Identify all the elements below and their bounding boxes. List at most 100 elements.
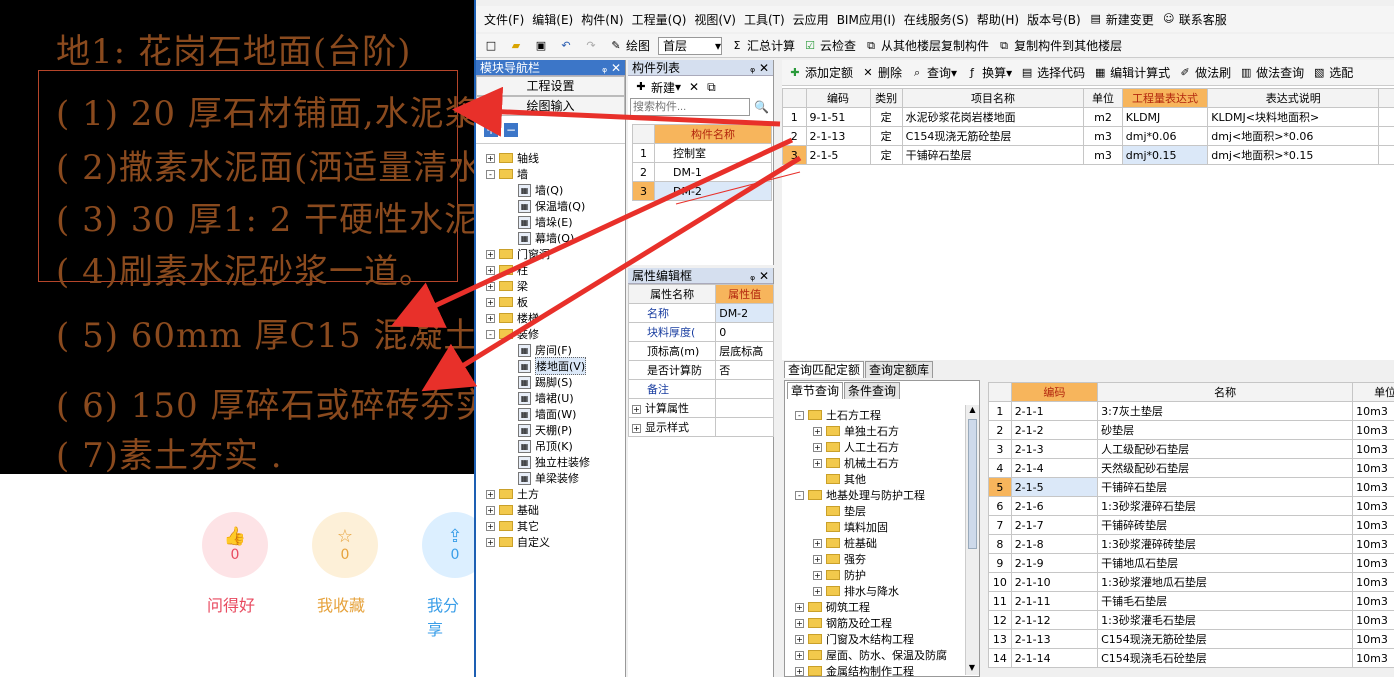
- search-icon[interactable]: 🔍: [754, 100, 769, 114]
- select-match-button[interactable]: ▧ 选配: [1312, 64, 1353, 81]
- draw-input-button[interactable]: 绘图输入: [476, 96, 625, 116]
- expand-icon[interactable]: +: [486, 153, 495, 163]
- convert-button[interactable]: ƒ 换算 ▾: [965, 64, 1012, 81]
- quota-row[interactable]: 3 2-1-3 人工级配砂石垫层 10m3: [988, 439, 1394, 459]
- quota-row[interactable]: 2 2-1-2 砂垫层 10m3: [988, 420, 1394, 440]
- method-cell-expr[interactable]: KLDMJ: [1121, 107, 1209, 127]
- menu-item[interactable]: 编辑(E): [532, 11, 573, 28]
- expand-icon[interactable]: +: [486, 489, 495, 499]
- method-cell-expr[interactable]: dmj*0.06: [1121, 126, 1209, 146]
- floor-select[interactable]: 首层 ▾: [658, 36, 723, 55]
- tree-item[interactable]: ▦ 墙面(W): [476, 406, 625, 422]
- chapter-item[interactable]: + 钢筋及砼工程: [795, 615, 979, 631]
- quota-row[interactable]: 9 2-1-9 干铺地瓜石垫层 10m3: [988, 553, 1394, 573]
- expand-icon[interactable]: +: [795, 634, 804, 644]
- chapter-item[interactable]: 填料加固: [795, 519, 979, 535]
- save-button[interactable]: ▣: [534, 39, 551, 53]
- method-cell-name[interactable]: C154现浇无筋砼垫层: [901, 126, 1085, 146]
- tree-item[interactable]: + 柱: [476, 262, 625, 278]
- method-row[interactable]: 1 9-1-51 定水泥砂浆花岗岩楼地面 m2 KLDMJ KLDMJ<块料地面积>: [782, 107, 1394, 127]
- tree-item[interactable]: ▦ 墙(Q): [476, 182, 625, 198]
- chapter-scrollbar[interactable]: ▲ ▼: [965, 405, 979, 675]
- copy-from-floor-button[interactable]: ⧉ 从其他楼层复制构件: [864, 37, 989, 54]
- method-cell-name[interactable]: 干铺碎石垫层: [901, 145, 1085, 165]
- tree-item[interactable]: + 自定义: [476, 534, 625, 550]
- component-row[interactable]: 3 DM-2: [632, 181, 772, 201]
- tree-item[interactable]: + 梁: [476, 278, 625, 294]
- property-row[interactable]: + 显示样式: [627, 417, 774, 437]
- scroll-up-icon[interactable]: ▲: [966, 405, 979, 417]
- menu-item[interactable]: 云应用: [793, 11, 829, 28]
- scroll-thumb[interactable]: [968, 419, 977, 549]
- collapse-icon[interactable]: -: [795, 410, 804, 420]
- menu-item[interactable]: 在线服务(S): [904, 11, 969, 28]
- expand-icon[interactable]: +: [486, 265, 495, 275]
- menu-item[interactable]: 构件(N): [581, 11, 623, 28]
- tab-quota-1[interactable]: 查询定额库: [865, 361, 934, 378]
- new-change-button[interactable]: ▤ 新建变更: [1089, 11, 1154, 28]
- quota-row[interactable]: 10 2-1-10 1:3砂浆灌地瓜石垫层 10m3: [988, 572, 1394, 592]
- chapter-item[interactable]: + 人工土石方: [795, 439, 979, 455]
- collapse-icon[interactable]: -: [795, 490, 804, 500]
- sum-calc-button[interactable]: Σ 汇总计算: [730, 37, 796, 54]
- method-cell-unit[interactable]: m3: [1083, 145, 1123, 165]
- undo-button[interactable]: ↶: [559, 39, 576, 53]
- component-row[interactable]: 1 控制室: [632, 143, 772, 163]
- expand-icon[interactable]: +: [795, 650, 804, 660]
- method-row[interactable]: 2 2-1-13 定 C154现浇无筋砼垫层 m3 dmj*0.06 dmj<地面积>*0.…: [782, 126, 1394, 146]
- property-row[interactable]: 是否计算防否: [627, 360, 774, 380]
- tree-item[interactable]: ▦ 保温墙(Q): [476, 198, 625, 214]
- method-cell-unit[interactable]: m3: [1083, 126, 1123, 146]
- chapter-item[interactable]: - 地基处理与防护工程: [795, 487, 979, 503]
- contact-support-button[interactable]: ☺ 联系客服: [1162, 11, 1227, 28]
- edit-formula-button[interactable]: ▦ 编辑计算式: [1093, 64, 1170, 81]
- component-row[interactable]: 2 DM-1: [632, 162, 772, 182]
- tree-item[interactable]: + 楼梯: [476, 310, 625, 326]
- delete-component-button[interactable]: ✕: [689, 80, 699, 94]
- subtab-1[interactable]: 条件查询: [844, 382, 901, 399]
- tree-item[interactable]: - 装修: [476, 326, 625, 342]
- menu-item[interactable]: 文件(F): [484, 11, 524, 28]
- chapter-item[interactable]: + 金属结构制作工程: [795, 663, 979, 677]
- property-row[interactable]: 块料厚度(0: [627, 322, 774, 342]
- property-value[interactable]: DM-2: [715, 303, 774, 323]
- draw-button[interactable]: ✎ 绘图: [609, 37, 650, 54]
- add-quota-button[interactable]: ✚ 添加定额: [788, 64, 853, 81]
- expand-icon[interactable]: +: [795, 666, 804, 676]
- property-row[interactable]: 备注: [627, 379, 774, 399]
- quota-row[interactable]: 12 2-1-12 1:3砂浆灌毛石垫层 10m3: [988, 610, 1394, 630]
- chapter-item[interactable]: + 屋面、防水、保温及防腐: [795, 647, 979, 663]
- method-cell-desc[interactable]: KLDMJ<块料地面积>: [1207, 107, 1380, 127]
- favorite-button[interactable]: ☆ 0: [312, 512, 378, 578]
- scroll-down-icon[interactable]: ▼: [966, 663, 978, 675]
- property-value[interactable]: 层底标高: [715, 341, 774, 361]
- tree-item[interactable]: + 板: [476, 294, 625, 310]
- menu-item[interactable]: 工具(T): [744, 11, 785, 28]
- new-component-button[interactable]: ✚ 新建 ▾: [634, 79, 681, 96]
- chapter-item[interactable]: + 排水与降水: [795, 583, 979, 599]
- cloud-check-button[interactable]: ☑ 云检查: [803, 37, 856, 54]
- quota-row[interactable]: 5 2-1-5 干铺碎石垫层 10m3: [988, 477, 1394, 497]
- method-brush-button[interactable]: ✐ 做法刷: [1178, 64, 1232, 81]
- menu-item[interactable]: 版本号(B): [1027, 11, 1081, 28]
- method-query-button[interactable]: ▥ 做法查询: [1239, 64, 1304, 81]
- new-file-button[interactable]: □: [484, 39, 501, 53]
- copy-to-floor-button[interactable]: ⧉ 复制构件到其他楼层: [997, 37, 1122, 54]
- tab-quota-0[interactable]: 查询匹配定额: [784, 361, 865, 378]
- expand-icon[interactable]: +: [813, 538, 822, 548]
- tree-item[interactable]: ▦ 单梁装修: [476, 470, 625, 486]
- property-row[interactable]: 顶标高(m) 层底标高: [627, 341, 774, 361]
- method-cell-type[interactable]: 定: [869, 126, 903, 146]
- expand-icon[interactable]: +: [486, 249, 495, 259]
- quota-row[interactable]: 1 2-1-1 3:7灰土垫层 10m3: [988, 401, 1394, 421]
- pin-close-icon[interactable]: ᵩ ✕: [750, 269, 769, 283]
- expand-icon[interactable]: +: [632, 424, 641, 433]
- expand-icon[interactable]: +: [795, 618, 804, 628]
- query-button[interactable]: ⌕ 查询 ▾: [910, 64, 957, 81]
- tree-item[interactable]: -墙: [476, 166, 625, 182]
- method-cell-type[interactable]: 定: [869, 145, 903, 165]
- pin-close-icon[interactable]: ᵩ ✕: [602, 61, 621, 75]
- menu-item[interactable]: BIM应用(I): [837, 11, 896, 28]
- expand-icon[interactable]: +: [813, 586, 822, 596]
- expand-icon[interactable]: +: [813, 458, 822, 468]
